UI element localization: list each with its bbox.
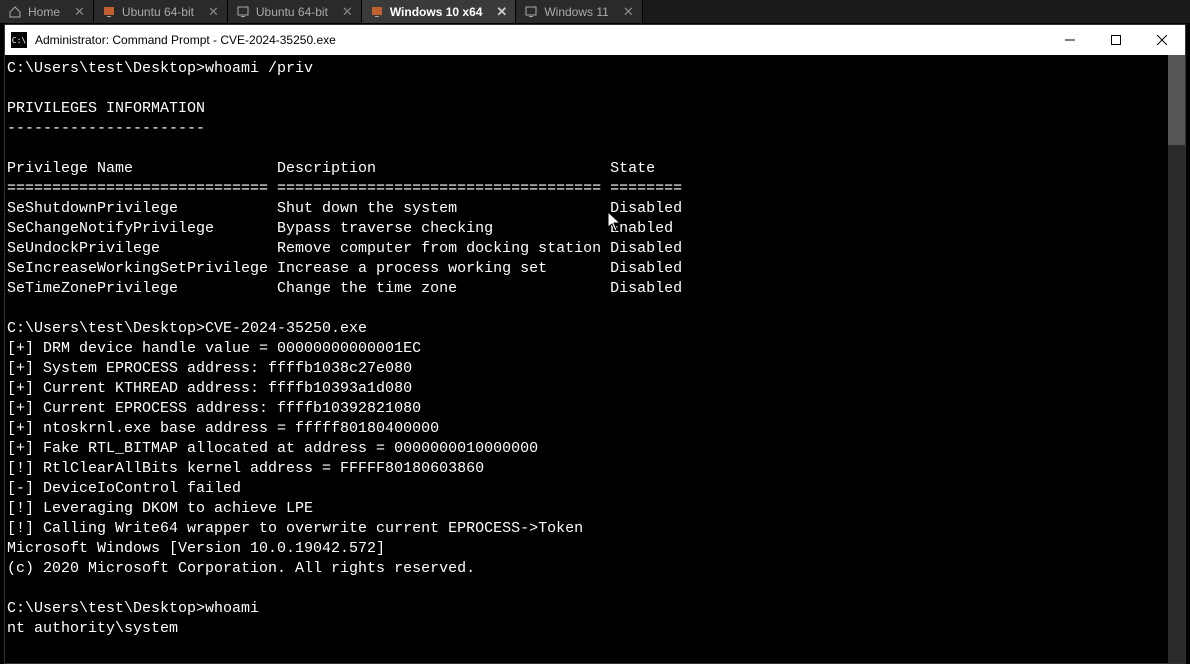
close-button[interactable] bbox=[1139, 25, 1185, 55]
console-line bbox=[7, 79, 1168, 99]
cmd-window: C:\ Administrator: Command Prompt - CVE-… bbox=[4, 24, 1186, 664]
window-title: Administrator: Command Prompt - CVE-2024… bbox=[35, 33, 1047, 47]
maximize-button[interactable] bbox=[1093, 25, 1139, 55]
vm-tab-windows-11[interactable]: Windows 11 ✕ bbox=[516, 0, 642, 23]
console-line: [!] Calling Write64 wrapper to overwrite… bbox=[7, 519, 1168, 539]
vm-tab-home[interactable]: Home ✕ bbox=[0, 0, 94, 23]
console-line: Privilege Name Description State bbox=[7, 159, 1168, 179]
console-line: [+] Current EPROCESS address: ffffb10392… bbox=[7, 399, 1168, 419]
console-line: [-] DeviceIoControl failed bbox=[7, 479, 1168, 499]
minimize-button[interactable] bbox=[1047, 25, 1093, 55]
tab-label: Ubuntu 64-bit bbox=[122, 5, 194, 19]
console-line: SeUndockPrivilege Remove computer from d… bbox=[7, 239, 1168, 259]
console-line: [+] DRM device handle value = 0000000000… bbox=[7, 339, 1168, 359]
vm-tab-bar: Home✕Ubuntu 64-bit✕Ubuntu 64-bit✕Windows… bbox=[0, 0, 1190, 24]
console-line: ============================= ==========… bbox=[7, 179, 1168, 199]
monitor-outline-icon bbox=[524, 5, 538, 19]
console-line: (c) 2020 Microsoft Corporation. All righ… bbox=[7, 559, 1168, 579]
console-line bbox=[7, 139, 1168, 159]
vm-tab-windows-10-x64[interactable]: Windows 10 x64 ✕ bbox=[362, 0, 517, 23]
console-line bbox=[7, 299, 1168, 319]
tab-label: Windows 10 x64 bbox=[390, 5, 483, 19]
console-line: Microsoft Windows [Version 10.0.19042.57… bbox=[7, 539, 1168, 559]
close-icon[interactable]: ✕ bbox=[496, 4, 507, 20]
console-line: [+] ntoskrnl.exe base address = fffff801… bbox=[7, 419, 1168, 439]
monitor-outline-icon bbox=[236, 5, 250, 19]
vm-tab-ubuntu-64-bit[interactable]: Ubuntu 64-bit ✕ bbox=[228, 0, 362, 23]
console-line: SeChangeNotifyPrivilege Bypass traverse … bbox=[7, 219, 1168, 239]
console-line bbox=[7, 579, 1168, 599]
console-line: [!] RtlClearAllBits kernel address = FFF… bbox=[7, 459, 1168, 479]
console-line: [!] Leveraging DKOM to achieve LPE bbox=[7, 499, 1168, 519]
console-line: SeShutdownPrivilege Shut down the system… bbox=[7, 199, 1168, 219]
close-icon[interactable]: ✕ bbox=[342, 4, 353, 20]
close-icon[interactable]: ✕ bbox=[208, 4, 219, 20]
scroll-thumb[interactable] bbox=[1168, 55, 1185, 145]
tab-label: Windows 11 bbox=[544, 5, 608, 19]
titlebar[interactable]: C:\ Administrator: Command Prompt - CVE-… bbox=[5, 25, 1185, 55]
console-output[interactable]: C:\Users\test\Desktop>whoami /priv PRIVI… bbox=[5, 55, 1168, 663]
console-line: ---------------------- bbox=[7, 119, 1168, 139]
monitor-icon bbox=[370, 5, 384, 19]
console-line: PRIVILEGES INFORMATION bbox=[7, 99, 1168, 119]
tab-label: Ubuntu 64-bit bbox=[256, 5, 328, 19]
console-line: nt authority\system bbox=[7, 619, 1168, 639]
home-icon bbox=[8, 5, 22, 19]
cmd-icon: C:\ bbox=[11, 32, 27, 48]
console-line: [+] System EPROCESS address: ffffb1038c2… bbox=[7, 359, 1168, 379]
console-line: [+] Current KTHREAD address: ffffb10393a… bbox=[7, 379, 1168, 399]
vm-tab-ubuntu-64-bit[interactable]: Ubuntu 64-bit ✕ bbox=[94, 0, 228, 23]
console-line: SeTimeZonePrivilege Change the time zone… bbox=[7, 279, 1168, 299]
window-controls bbox=[1047, 25, 1185, 55]
monitor-icon bbox=[102, 5, 116, 19]
scrollbar[interactable] bbox=[1168, 55, 1185, 663]
close-icon[interactable]: ✕ bbox=[623, 4, 634, 20]
console-line: C:\Users\test\Desktop>whoami bbox=[7, 599, 1168, 619]
console-line: [+] Fake RTL_BITMAP allocated at address… bbox=[7, 439, 1168, 459]
console-line: C:\Users\test\Desktop>whoami /priv bbox=[7, 59, 1168, 79]
tab-label: Home bbox=[28, 5, 60, 19]
console-wrap: C:\Users\test\Desktop>whoami /priv PRIVI… bbox=[5, 55, 1185, 663]
close-icon[interactable]: ✕ bbox=[74, 4, 85, 20]
console-line: C:\Users\test\Desktop>CVE-2024-35250.exe bbox=[7, 319, 1168, 339]
console-line: SeIncreaseWorkingSetPrivilege Increase a… bbox=[7, 259, 1168, 279]
